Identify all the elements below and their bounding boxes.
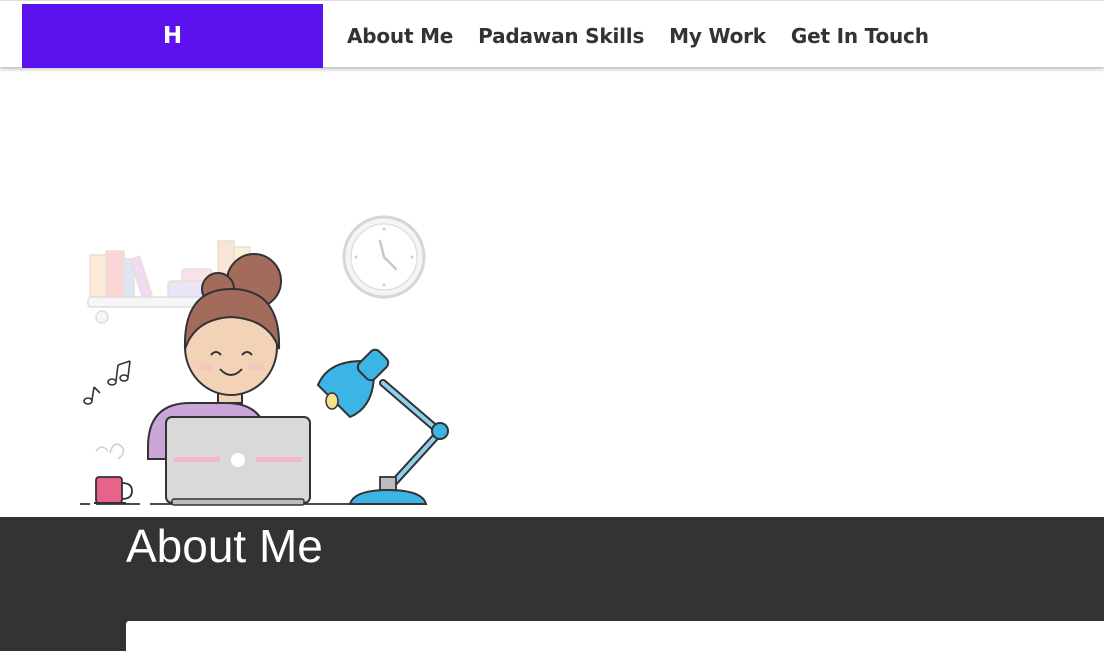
- nav-link-get-in-touch[interactable]: Get In Touch: [791, 24, 929, 48]
- top-navbar: H About Me Padawan Skills My Work Get In…: [0, 0, 1104, 68]
- brand-logo-button[interactable]: H: [22, 4, 323, 68]
- about-title: About Me: [126, 520, 323, 572]
- wall-clock-icon: [342, 215, 426, 299]
- about-content-card: [126, 621, 1104, 661]
- desk-lamp-icon: [316, 348, 449, 505]
- about-section: About Me: [0, 517, 1104, 661]
- nav-link-my-work[interactable]: My Work: [669, 24, 766, 48]
- steam-icon: [95, 443, 125, 460]
- hero-section: [0, 67, 1104, 517]
- nav-link-padawan-skills[interactable]: Padawan Skills: [478, 24, 644, 48]
- nav-links: About Me Padawan Skills My Work Get In T…: [347, 4, 954, 68]
- coffee-mug-icon: [94, 476, 133, 504]
- laptop-icon: [165, 416, 311, 506]
- nav-link-about-me[interactable]: About Me: [347, 24, 453, 48]
- woman-working-at-laptop-illustration: [80, 215, 449, 506]
- music-notes-icon: [83, 360, 131, 405]
